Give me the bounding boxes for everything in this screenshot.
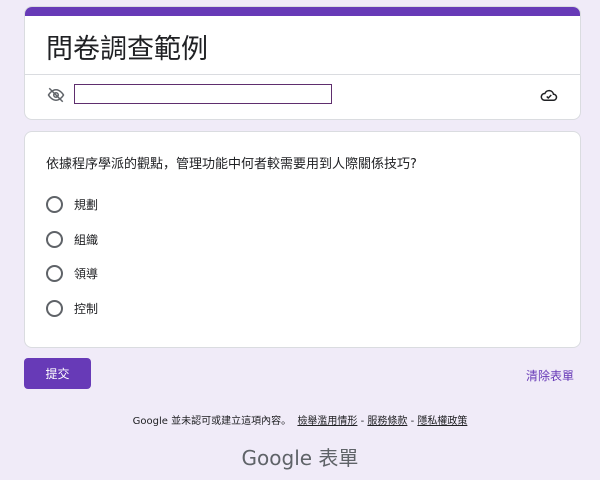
- option-label: 組織: [74, 233, 99, 247]
- submit-button[interactable]: 提交: [24, 358, 91, 389]
- separator: -: [407, 416, 418, 427]
- option-label: 控制: [74, 302, 99, 316]
- radio-button[interactable]: [46, 265, 63, 282]
- option-0[interactable]: 規劃: [46, 196, 98, 213]
- terms-link[interactable]: 服務條款: [367, 416, 407, 427]
- question-text: 依據程序學派的觀點，管理功能中何者較需要用到人際關係技巧?: [46, 157, 417, 172]
- option-label: 領導: [74, 267, 99, 281]
- radio-button[interactable]: [46, 231, 63, 248]
- option-3[interactable]: 控制: [46, 300, 98, 317]
- question-card: 依據程序學派的觀點，管理功能中何者較需要用到人際關係技巧? 規劃 組織 領導 控…: [24, 131, 581, 348]
- form-header-card: 問卷調查範例: [24, 6, 581, 120]
- option-1[interactable]: 組織: [46, 231, 98, 248]
- form-title: 問卷調查範例: [46, 34, 208, 65]
- option-label: 規劃: [74, 198, 99, 212]
- disclaimer: Google 並未認可或建立這項內容。: [132, 416, 292, 427]
- separator: -: [357, 416, 368, 427]
- footer: Google 並未認可或建立這項內容。 檢舉濫用情形 - 服務條款 - 隱私權政…: [0, 412, 600, 427]
- radio-button[interactable]: [46, 196, 63, 213]
- eye-off-icon[interactable]: [46, 86, 66, 108]
- report-abuse-link[interactable]: 檢舉濫用情形: [297, 416, 357, 427]
- privacy-link[interactable]: 隱私權政策: [417, 416, 467, 427]
- option-2[interactable]: 領導: [46, 265, 98, 282]
- accent-bar: [25, 7, 580, 16]
- divider: [25, 74, 580, 75]
- cloud-saved-icon: [540, 87, 558, 107]
- radio-button[interactable]: [46, 300, 63, 317]
- email-field[interactable]: [74, 84, 332, 104]
- clear-form-link[interactable]: 清除表單: [526, 367, 574, 384]
- google-forms-logo[interactable]: Google 表單: [0, 442, 600, 471]
